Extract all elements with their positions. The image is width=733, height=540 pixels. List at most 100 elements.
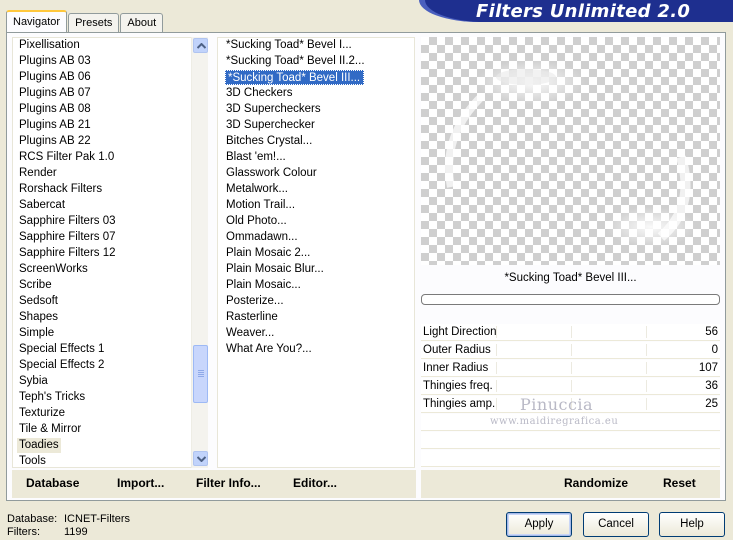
category-list[interactable]: Pixellisation Plugins AB 03 Plugins AB 06 P… bbox=[12, 37, 208, 468]
slider-tick bbox=[496, 380, 497, 392]
category-item[interactable]: Sabercat bbox=[19, 198, 65, 213]
filter-item[interactable]: *Sucking Toad* Bevel I... bbox=[226, 38, 352, 53]
category-item[interactable]: Sedsoft bbox=[19, 294, 58, 309]
filter-item[interactable]: 3D Checkers bbox=[226, 86, 292, 101]
category-item[interactable]: Sybia bbox=[19, 374, 48, 389]
database-value: ICNET-Filters bbox=[64, 513, 130, 525]
slider-tick bbox=[571, 326, 572, 338]
parameter-name: Thingies amp. bbox=[423, 398, 496, 410]
database-button[interactable]: Database bbox=[26, 476, 79, 490]
scroll-up-button[interactable] bbox=[193, 38, 208, 53]
category-item[interactable]: Rorshack Filters bbox=[19, 182, 102, 197]
slider-tick bbox=[571, 380, 572, 392]
category-item[interactable]: Plugins AB 21 bbox=[19, 118, 91, 133]
filter-list[interactable]: *Sucking Toad* Bevel I... *Sucking Toad* … bbox=[217, 37, 415, 468]
left-toolbar: Database Import... Filter Info... Editor… bbox=[12, 470, 416, 498]
category-item[interactable]: Simple bbox=[19, 326, 54, 341]
apply-button[interactable]: Apply bbox=[506, 512, 572, 537]
category-item[interactable]: Special Effects 2 bbox=[19, 358, 104, 373]
parameter-value: 25 bbox=[705, 398, 718, 410]
category-item[interactable]: Sapphire Filters 12 bbox=[19, 246, 116, 261]
category-scrollbar[interactable] bbox=[191, 37, 208, 468]
category-item[interactable]: Scribe bbox=[19, 278, 52, 293]
category-item[interactable]: Pixellisation bbox=[19, 38, 80, 53]
editor-button[interactable]: Editor... bbox=[293, 476, 337, 490]
slider-tick bbox=[646, 362, 647, 374]
scroll-thumb[interactable] bbox=[193, 345, 208, 403]
filter-item[interactable]: *Sucking Toad* Bevel II.2... bbox=[226, 54, 365, 69]
chevron-down-icon bbox=[197, 456, 206, 462]
filter-item[interactable]: Rasterline bbox=[226, 310, 278, 325]
watermark-url: www.maidiregrafica.eu bbox=[490, 416, 619, 427]
preview-filter-name: *Sucking Toad* Bevel III... bbox=[504, 272, 637, 284]
parameter-name: Light Direction bbox=[423, 326, 497, 338]
category-item[interactable]: Render bbox=[19, 166, 57, 181]
category-item[interactable]: Plugins AB 22 bbox=[19, 134, 91, 149]
category-item[interactable]: Plugins AB 03 bbox=[19, 54, 91, 69]
filters-count-value: 1199 bbox=[64, 526, 88, 538]
title-banner-text: Filters Unlimited 2.0 bbox=[476, 1, 691, 22]
category-item[interactable]: Plugins AB 06 bbox=[19, 70, 91, 85]
chevron-up-icon bbox=[197, 43, 206, 49]
help-button[interactable]: Help bbox=[659, 512, 725, 537]
category-item[interactable]: Tile & Mirror bbox=[19, 422, 81, 437]
tab-bar: Navigator Presets About bbox=[6, 10, 164, 32]
cancel-button[interactable]: Cancel bbox=[583, 512, 649, 537]
filter-item[interactable]: Plain Mosaic... bbox=[226, 278, 301, 293]
category-item[interactable]: Sapphire Filters 07 bbox=[19, 230, 116, 245]
parameter-slider[interactable]: Outer Radius 0 bbox=[421, 342, 720, 359]
category-item[interactable]: Shapes bbox=[19, 310, 58, 325]
parameter-name: Thingies freq. bbox=[423, 380, 493, 392]
filter-item[interactable]: Ommadawn... bbox=[226, 230, 298, 245]
randomize-button[interactable]: Randomize bbox=[564, 476, 628, 490]
category-item[interactable]: Tools bbox=[19, 454, 46, 467]
category-item[interactable]: Teph's Tricks bbox=[19, 390, 85, 405]
slider-tick bbox=[571, 344, 572, 356]
filter-item[interactable]: Posterize... bbox=[226, 294, 284, 309]
filter-item[interactable]: Motion Trail... bbox=[226, 198, 295, 213]
filter-info-button[interactable]: Filter Info... bbox=[196, 476, 261, 490]
preview-image bbox=[421, 37, 720, 265]
parameter-slider[interactable]: Thingies freq. 36 bbox=[421, 378, 720, 395]
category-item[interactable]: Plugins AB 08 bbox=[19, 102, 91, 117]
category-item[interactable]: Plugins AB 07 bbox=[19, 86, 91, 101]
parameter-value: 0 bbox=[711, 344, 718, 356]
parameter-name: Inner Radius bbox=[423, 362, 489, 374]
filters-count-label: Filters: bbox=[7, 526, 40, 538]
category-item[interactable]: Special Effects 1 bbox=[19, 342, 104, 357]
filter-item[interactable]: Plain Mosaic Blur... bbox=[226, 262, 324, 277]
filter-item[interactable]: 3D Supercheckers bbox=[226, 102, 321, 117]
right-toolbar: Randomize Reset bbox=[421, 470, 720, 498]
category-item[interactable]: RCS Filter Pak 1.0 bbox=[19, 150, 114, 165]
filter-item[interactable]: Weaver... bbox=[226, 326, 274, 341]
category-item[interactable]: Toadies bbox=[17, 438, 61, 453]
category-item[interactable]: ScreenWorks bbox=[19, 262, 88, 277]
watermark-name: Pinuccia bbox=[520, 395, 594, 414]
filter-item[interactable]: Glasswork Colour bbox=[226, 166, 317, 181]
tab-navigator[interactable]: Navigator bbox=[6, 10, 68, 32]
slider-tick bbox=[646, 398, 647, 410]
parameter-value: 107 bbox=[698, 362, 718, 374]
category-item[interactable]: Sapphire Filters 03 bbox=[19, 214, 116, 229]
scroll-down-button[interactable] bbox=[193, 451, 208, 466]
parameter-slider[interactable]: Inner Radius 107 bbox=[421, 360, 720, 377]
parameter-name: Outer Radius bbox=[423, 344, 491, 356]
category-item[interactable]: Texturize bbox=[19, 406, 65, 421]
filter-item[interactable]: Old Photo... bbox=[226, 214, 287, 229]
parameter-slider[interactable]: Light Direction 56 bbox=[421, 324, 720, 341]
filter-item[interactable]: Bitches Crystal... bbox=[226, 134, 312, 149]
tab-presets[interactable]: Presets bbox=[68, 13, 120, 32]
slider-tick bbox=[646, 326, 647, 338]
filter-item[interactable]: Plain Mosaic 2... bbox=[226, 246, 310, 261]
filter-item[interactable]: Metalwork... bbox=[226, 182, 288, 197]
slider-tick bbox=[571, 362, 572, 374]
reset-button[interactable]: Reset bbox=[663, 476, 696, 490]
filter-item[interactable]: What Are You?... bbox=[226, 342, 312, 357]
progress-bar bbox=[421, 294, 720, 305]
import-button[interactable]: Import... bbox=[117, 476, 164, 490]
filter-item[interactable]: 3D Superchecker bbox=[226, 118, 315, 133]
tab-about[interactable]: About bbox=[120, 13, 164, 32]
filter-item[interactable]: *Sucking Toad* Bevel III... bbox=[225, 70, 365, 85]
database-label: Database: bbox=[7, 513, 58, 525]
filter-item[interactable]: Blast 'em!... bbox=[226, 150, 286, 165]
